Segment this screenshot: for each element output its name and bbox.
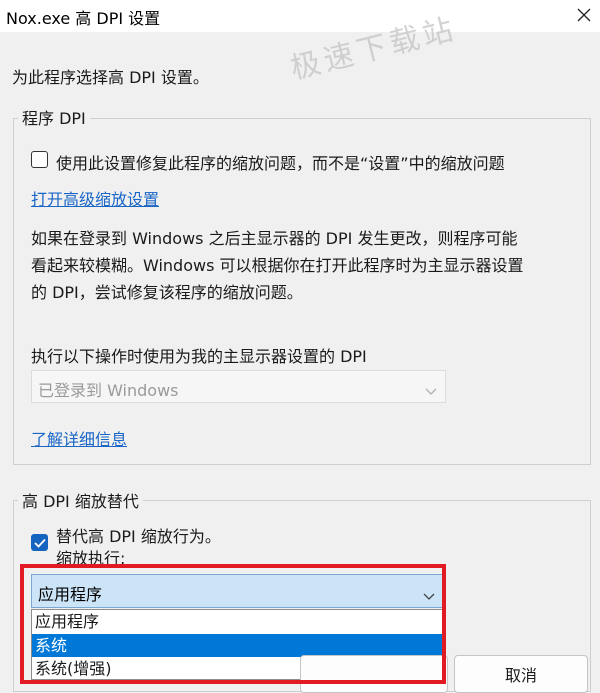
fix-scaling-checkbox[interactable] xyxy=(31,151,48,168)
override-checkbox[interactable] xyxy=(31,534,48,551)
highlight-box xyxy=(20,564,446,684)
cancel-button[interactable]: 取消 xyxy=(454,655,588,693)
learn-more-link[interactable]: 了解详细信息 xyxy=(31,426,127,450)
dpi-description: 如果在登录到 Windows 之后主显示器的 DPI 发生更改，则程序可能 看起… xyxy=(31,225,591,306)
chevron-down-icon xyxy=(425,381,437,400)
override-legend: 高 DPI 缩放替代 xyxy=(18,488,143,512)
description-line: 如果在登录到 Windows 之后主显示器的 DPI 发生更改，则程序可能 xyxy=(31,229,518,248)
description-line: 的 DPI，尝试修复该程序的缩放问题。 xyxy=(31,283,303,302)
exec-label: 执行以下操作时使用为我的主显示器设置的 DPI xyxy=(31,347,367,366)
dpi-timing-value: 已登录到 Windows xyxy=(38,381,179,400)
intro-text: 为此程序选择高 DPI 设置。 xyxy=(12,68,209,87)
description-line: 看起来较模糊。Windows 可以根据你在打开此程序时为主显示器设置 xyxy=(31,256,524,275)
fix-scaling-label[interactable]: 使用此设置修复此程序的缩放问题，而不是“设置”中的缩放问题 xyxy=(56,150,505,174)
window-title: Nox.exe 高 DPI 设置 xyxy=(6,9,161,28)
dpi-timing-select: 已登录到 Windows xyxy=(31,370,446,403)
title-bar: Nox.exe 高 DPI 设置 xyxy=(0,0,600,32)
program-dpi-legend: 程序 DPI xyxy=(18,105,90,129)
checkmark-icon xyxy=(33,538,46,548)
advanced-scaling-link[interactable]: 打开高级缩放设置 xyxy=(31,186,159,210)
override-label[interactable]: 替代高 DPI 缩放行为。 xyxy=(56,523,221,547)
close-icon[interactable] xyxy=(570,2,598,28)
